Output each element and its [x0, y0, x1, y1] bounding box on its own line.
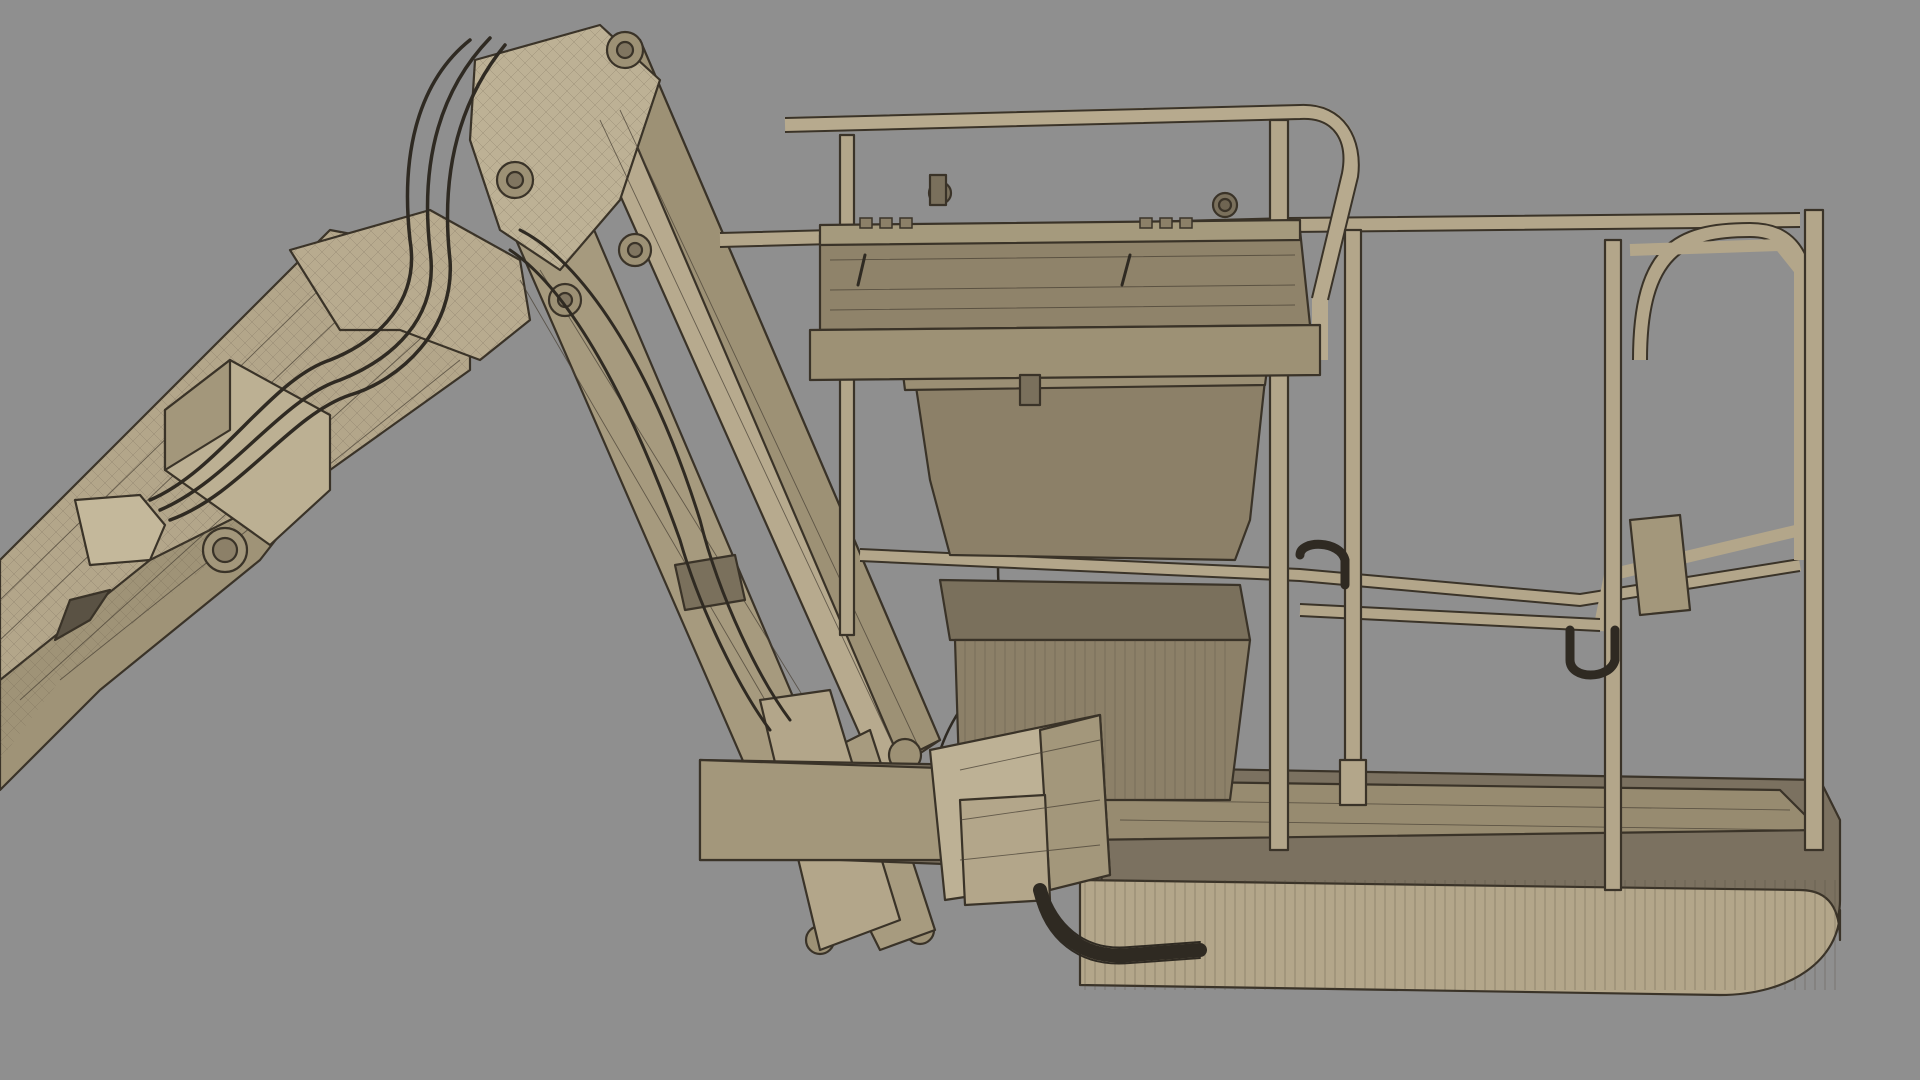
3d-viewport	[0, 0, 1920, 1080]
aerial-work-platform-wireframe-render	[0, 23, 1842, 997]
